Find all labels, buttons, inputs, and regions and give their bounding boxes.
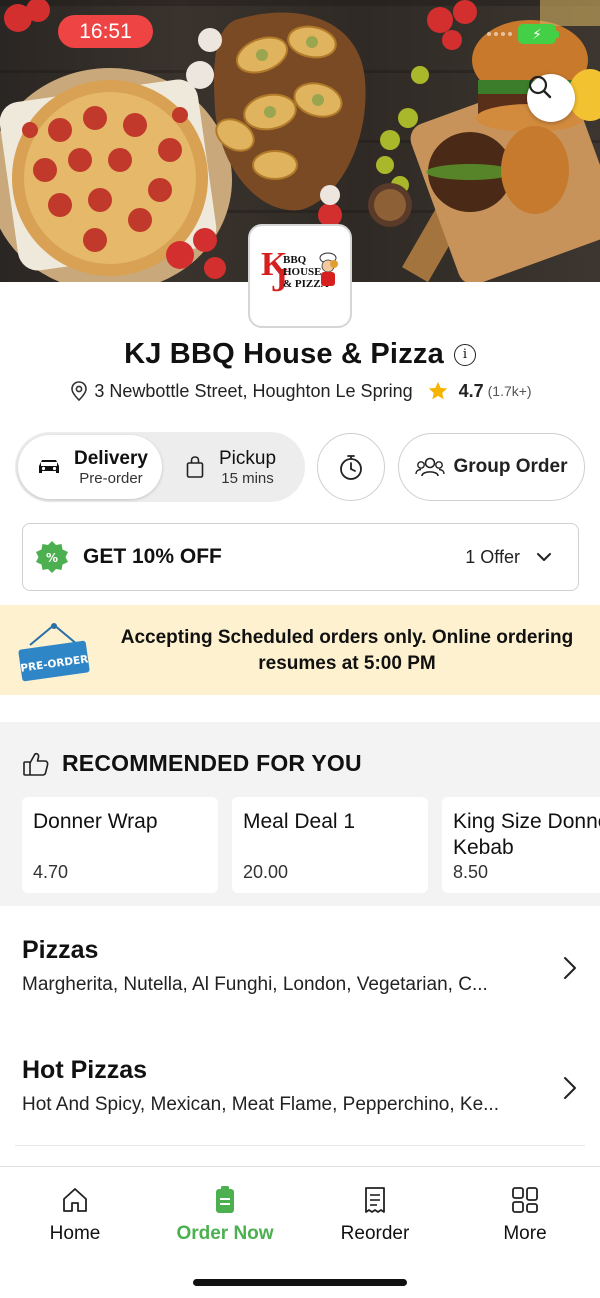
tab-home-label: Home — [49, 1223, 101, 1244]
rating-value: 4.7 — [458, 380, 484, 401]
status-time: 16:51 — [58, 15, 153, 48]
recommended-section: RECOMMENDED FOR YOU Donner Wrap 4.70 Mea… — [0, 722, 600, 906]
svg-text:%: % — [46, 551, 58, 565]
banner-message: Accepting Scheduled orders only. Online … — [120, 627, 574, 674]
thumbs-up-icon — [23, 752, 49, 776]
discount-badge-icon: % — [36, 541, 68, 573]
bag-icon — [186, 456, 204, 478]
tab-reorder[interactable]: Reorder — [315, 1185, 435, 1245]
offer-bar[interactable]: % GET 10% OFF 1 Offer — [22, 523, 579, 591]
delivery-sub: Pre-order — [79, 469, 143, 487]
category-items: Hot And Spicy, Mexican, Meat Flame, Pepp… — [22, 1094, 499, 1115]
category-row[interactable]: Hot Pizzas Hot And Spicy, Mexican, Meat … — [0, 1026, 600, 1146]
delivery-label: Delivery — [74, 447, 148, 469]
rating-count: (1.7k+) — [487, 383, 532, 399]
recommended-title: RECOMMENDED FOR YOU — [62, 750, 362, 776]
car-icon — [39, 460, 59, 473]
restaurant-address: 3 Newbottle Street, Houghton Le Spring — [94, 380, 413, 401]
category-row[interactable]: Pizzas Margherita, Nutella, Al Funghi, L… — [0, 906, 600, 1026]
stopwatch-icon — [340, 455, 362, 480]
recommended-heading: RECOMMENDED FOR YOU — [22, 750, 362, 777]
group-order-button[interactable]: Group Order — [398, 433, 585, 501]
schedule-button[interactable] — [317, 433, 385, 501]
search-button[interactable] — [527, 74, 575, 122]
address-row: 3 Newbottle Street, Houghton Le Spring 4… — [0, 380, 600, 402]
signal-icon — [487, 32, 512, 36]
preorder-banner: PRE-ORDER Accepting Scheduled orders onl… — [0, 605, 600, 695]
home-indicator — [193, 1279, 407, 1286]
delivery-option[interactable]: Delivery Pre-order — [18, 435, 162, 499]
offer-count: 1 Offer — [465, 546, 520, 567]
info-icon[interactable]: i — [453, 343, 476, 366]
recommended-card[interactable]: King Size Donner Kebab 8.50 — [442, 797, 600, 893]
group-order-label: Group Order — [453, 456, 568, 477]
battery-icon: ⚡ — [518, 24, 559, 44]
chevron-down-icon — [537, 553, 551, 561]
category-title: Hot Pizzas — [22, 1056, 148, 1084]
restaurant-title-row: KJ BBQ House & Pizza i — [0, 338, 600, 371]
tab-order-now[interactable]: Order Now — [165, 1185, 285, 1245]
home-icon — [63, 1188, 87, 1212]
chef-mascot-icon — [319, 252, 338, 286]
preorder-sign-icon: PRE-ORDER — [18, 623, 90, 682]
location-pin-icon — [71, 381, 88, 402]
recommended-item-name: King Size Donner Kebab — [453, 810, 600, 859]
status-indicators: ⚡ — [487, 24, 559, 44]
tab-reorder-label: Reorder — [340, 1223, 410, 1244]
pickup-option[interactable]: Pickup 15 mins — [185, 435, 301, 499]
category-divider — [15, 1145, 585, 1146]
category-title: Pizzas — [22, 936, 99, 964]
tab-home[interactable]: Home — [15, 1185, 135, 1245]
tab-order-now-label: Order Now — [176, 1223, 274, 1244]
search-icon — [528, 75, 552, 99]
offer-title: GET 10% OFF — [83, 545, 222, 568]
recommended-item-name: Meal Deal 1 — [243, 810, 356, 833]
category-items: Margherita, Nutella, Al Funghi, London, … — [22, 974, 488, 995]
order-icon — [216, 1186, 234, 1213]
tab-more-label: More — [503, 1223, 547, 1244]
restaurant-logo: K J BBQ HOUSE & PIZZA — [248, 224, 352, 328]
pickup-label: Pickup — [219, 447, 277, 469]
recommended-item-price: 20.00 — [243, 862, 289, 882]
receipt-icon — [365, 1187, 385, 1213]
tab-more[interactable]: More — [465, 1185, 585, 1245]
grid-icon — [512, 1187, 538, 1213]
recommended-card[interactable]: Meal Deal 1 20.00 — [232, 797, 428, 893]
recommended-item-name: Donner Wrap — [33, 810, 158, 833]
recommended-item-price: 4.70 — [33, 862, 69, 882]
chevron-right-icon — [564, 1077, 576, 1099]
pickup-sub: 15 mins — [221, 469, 274, 487]
restaurant-name: KJ BBQ House & Pizza — [124, 338, 444, 370]
recommended-card[interactable]: Donner Wrap 4.70 — [22, 797, 218, 893]
star-icon — [428, 381, 447, 400]
recommended-item-price: 8.50 — [453, 862, 489, 882]
group-icon — [415, 457, 446, 477]
chevron-right-icon — [564, 957, 576, 979]
order-mode-toggle: Delivery Pre-order Pickup 15 mins — [15, 432, 305, 502]
